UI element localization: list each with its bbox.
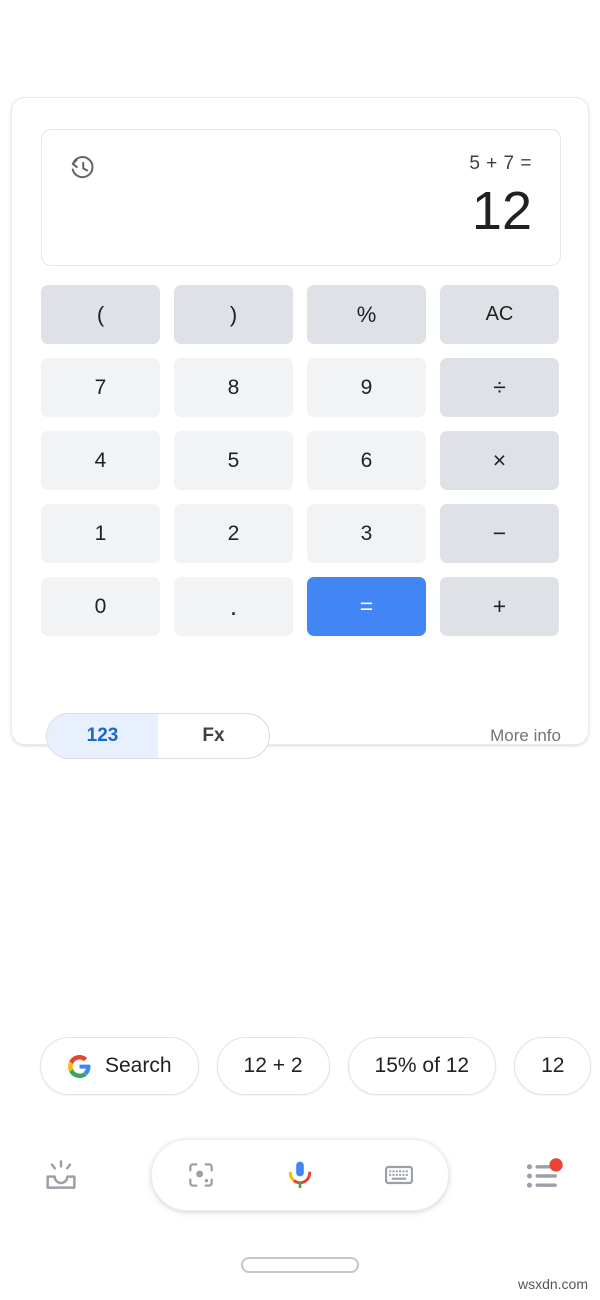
notification-badge	[549, 1158, 563, 1172]
screen: 5 + 7 = 12 ()% AC 7 8 9 ÷ 4 5 6 × 1 2 3−0. = + 123 Fx …	[0, 0, 600, 1300]
discover-tray-icon[interactable]	[32, 1147, 90, 1205]
key-equals[interactable]: =	[307, 577, 426, 636]
mode-toggle[interactable]: 123 Fx	[46, 713, 270, 759]
chip-search[interactable]: Search	[40, 1037, 199, 1095]
mode-toggle-numeric[interactable]: 123	[47, 714, 158, 758]
calculator-keypad: ()% AC 7 8 9 ÷ 4 5 6 × 1 2 3− 0. = +	[41, 285, 561, 636]
more-info-link[interactable]: More info	[490, 713, 561, 759]
key-6[interactable]: 6	[307, 431, 426, 490]
key-all-clear[interactable]: AC	[440, 285, 559, 344]
calculator-mode-row: 123 Fx More info	[41, 713, 561, 759]
key-4[interactable]: 4	[41, 431, 160, 490]
key-multiply[interactable]: ×	[440, 431, 559, 490]
updates-list-icon[interactable]	[514, 1147, 576, 1205]
chip-12-truncated[interactable]: 12	[514, 1037, 592, 1095]
key-8[interactable]: 8	[174, 358, 293, 417]
key-percent[interactable]: %	[307, 285, 426, 344]
google-mic-icon[interactable]	[268, 1143, 332, 1207]
key-divide[interactable]: ÷	[440, 358, 559, 417]
key-close-paren[interactable]: )	[174, 285, 293, 344]
chip-15-percent-of-12[interactable]: 15% of 12	[347, 1037, 497, 1095]
key-add[interactable]: +	[440, 577, 559, 636]
history-icon[interactable]	[69, 154, 97, 182]
keyboard-icon[interactable]	[367, 1143, 431, 1207]
mode-toggle-function[interactable]: Fx	[158, 714, 269, 758]
key-7[interactable]: 7	[41, 358, 160, 417]
search-action-pill	[151, 1139, 449, 1211]
google-lens-icon[interactable]	[169, 1143, 233, 1207]
chip-12-plus-2[interactable]: 12 + 2	[216, 1037, 330, 1095]
chip-label: 12	[541, 1054, 565, 1077]
suggestion-chips: Search 12 + 2 15% of 12 12	[0, 1036, 600, 1096]
watermark: wsxdn.com	[517, 1276, 588, 1292]
key-open-paren[interactable]: (	[41, 285, 160, 344]
key-0[interactable]: 0	[41, 577, 160, 636]
calculator-result: 12	[471, 181, 532, 241]
key-1[interactable]: 1	[41, 504, 160, 563]
calculator-expression: 5 + 7 =	[469, 153, 532, 174]
chip-label: 15% of 12	[374, 1054, 470, 1077]
key-9[interactable]: 9	[307, 358, 426, 417]
key-decimal[interactable]: .	[174, 577, 293, 636]
calculator-card: 5 + 7 = 12 ()% AC 7 8 9 ÷ 4 5 6 × 1 2 3−0. = + 123 Fx …	[11, 97, 589, 759]
key-3[interactable]: 3	[307, 504, 426, 563]
home-indicator[interactable]	[241, 1257, 359, 1273]
bottom-navigation-bar	[0, 1130, 600, 1220]
key-5[interactable]: 5	[174, 431, 293, 490]
chip-label: 12 + 2	[243, 1054, 303, 1077]
key-2[interactable]: 2	[174, 504, 293, 563]
google-g-icon	[68, 1054, 91, 1078]
chip-label: Search	[105, 1054, 172, 1077]
calculator-display: 5 + 7 = 12	[41, 129, 561, 266]
key-subtract[interactable]: −	[440, 504, 559, 563]
